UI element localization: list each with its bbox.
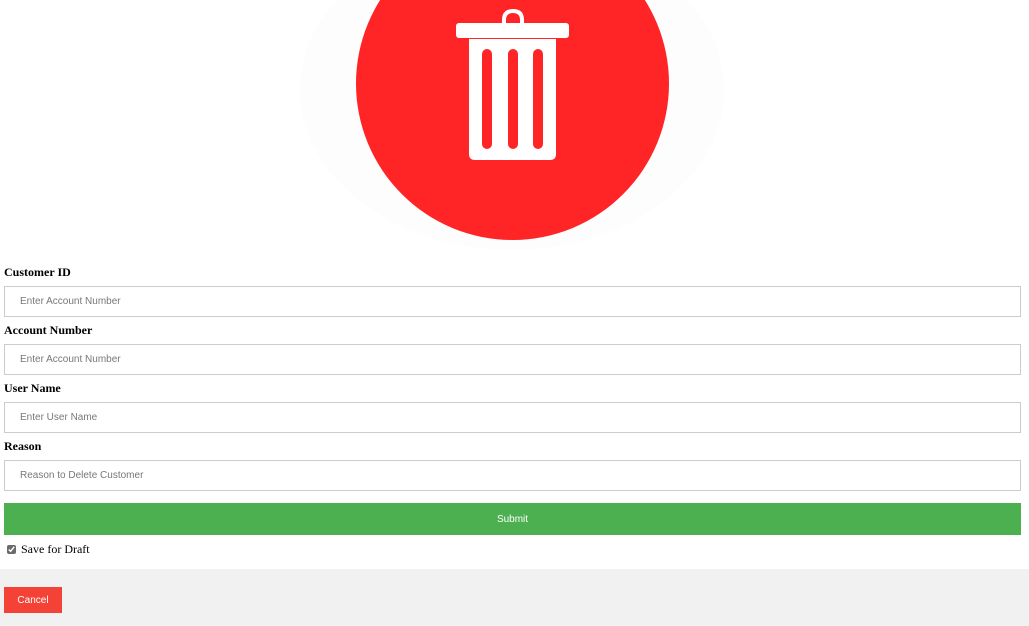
customer-id-input[interactable] — [4, 286, 1021, 317]
save-draft-checkbox[interactable] — [7, 544, 16, 554]
save-draft-label[interactable]: Save for Draft — [21, 542, 90, 557]
footer-bar: Cancel — [0, 569, 1029, 626]
cancel-button[interactable]: Cancel — [4, 587, 62, 613]
user-name-input[interactable] — [4, 402, 1021, 433]
account-number-input[interactable] — [4, 344, 1021, 375]
reason-input[interactable] — [4, 460, 1021, 491]
reason-label: Reason — [4, 439, 42, 453]
user-name-label: User Name — [4, 381, 61, 395]
trash-icon — [456, 9, 569, 160]
save-draft-row: Save for Draft — [4, 539, 1021, 559]
customer-id-label: Customer ID — [4, 265, 71, 279]
account-number-label: Account Number — [4, 323, 93, 337]
header-graphic — [0, 0, 1029, 258]
submit-button[interactable]: Submit — [4, 503, 1021, 535]
delete-customer-page: Customer ID Account Number User Name Rea… — [0, 0, 1029, 626]
delete-customer-form: Customer ID Account Number User Name Rea… — [4, 262, 1021, 559]
